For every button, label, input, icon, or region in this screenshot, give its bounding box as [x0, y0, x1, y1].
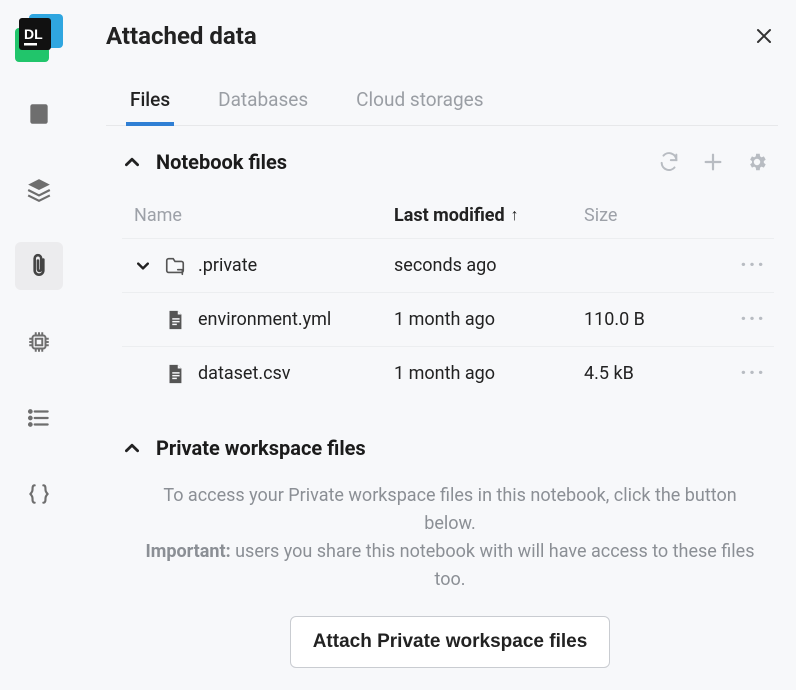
row-actions-menu[interactable]: ··· [716, 361, 766, 386]
file-table: Name Last modified ↑ Size [122, 192, 774, 400]
attach-private-files-button[interactable]: Attach Private workspace files [290, 616, 611, 668]
private-msg-line2: users you share this notebook with will … [231, 541, 755, 590]
col-name[interactable]: Name [134, 205, 394, 226]
col-last-modified-label: Last modified [394, 205, 505, 226]
file-name: environment.yml [198, 309, 331, 330]
refresh-icon[interactable] [658, 151, 680, 173]
gear-icon[interactable] [746, 151, 768, 173]
private-important-label: Important: [146, 541, 231, 562]
file-icon [164, 363, 186, 385]
sidebar-item-list[interactable] [15, 394, 63, 442]
sidebar-item-attachment[interactable] [15, 242, 63, 290]
tab-bar: Files Databases Cloud storages [106, 78, 778, 126]
tab-cloud-storages[interactable]: Cloud storages [356, 78, 483, 125]
tab-files[interactable]: Files [130, 78, 170, 125]
col-size[interactable]: Size [584, 205, 716, 226]
sidebar-item-layers[interactable] [15, 166, 63, 214]
file-modified: seconds ago [394, 255, 584, 276]
private-files-title: Private workspace files [156, 436, 366, 460]
table-row[interactable]: .private seconds ago ··· [122, 238, 774, 292]
collapse-toggle-notebook[interactable] [122, 152, 142, 172]
sidebar: DL [0, 0, 78, 690]
sidebar-item-chip[interactable] [15, 318, 63, 366]
file-name: dataset.csv [198, 363, 291, 384]
folder-icon [164, 255, 186, 277]
table-row[interactable]: dataset.csv 1 month ago 4.5 kB ··· [122, 346, 774, 400]
notebook-files-title: Notebook files [156, 150, 287, 174]
chevron-down-icon[interactable] [134, 260, 152, 272]
tab-databases[interactable]: Databases [218, 78, 308, 125]
private-files-message: To access your Private workspace files i… [122, 482, 778, 594]
col-last-modified[interactable]: Last modified ↑ [394, 205, 584, 226]
notebook-files-section: Notebook files Name [106, 150, 778, 400]
sort-asc-icon: ↑ [511, 205, 519, 225]
private-files-section: Private workspace files To access your P… [106, 436, 778, 668]
app-logo: DL [15, 14, 63, 62]
collapse-toggle-private[interactable] [122, 438, 142, 458]
add-icon[interactable] [702, 151, 724, 173]
svg-text:DL: DL [24, 26, 43, 42]
file-modified: 1 month ago [394, 363, 584, 384]
close-button[interactable] [750, 22, 778, 50]
file-modified: 1 month ago [394, 309, 584, 330]
row-actions-menu[interactable]: ··· [716, 253, 766, 278]
file-name: .private [198, 255, 257, 276]
file-size: 110.0 B [584, 309, 716, 330]
private-msg-line1: To access your Private workspace files i… [163, 485, 736, 534]
table-row[interactable]: environment.yml 1 month ago 110.0 B ··· [122, 292, 774, 346]
sidebar-item-braces[interactable] [15, 470, 63, 518]
main-panel: Attached data Files Databases Cloud stor… [78, 0, 796, 690]
sidebar-item-notebook[interactable] [15, 90, 63, 138]
row-actions-menu[interactable]: ··· [716, 307, 766, 332]
file-size: 4.5 kB [584, 363, 716, 384]
page-title: Attached data [106, 22, 257, 50]
file-icon [164, 309, 186, 331]
table-header: Name Last modified ↑ Size [122, 192, 774, 238]
